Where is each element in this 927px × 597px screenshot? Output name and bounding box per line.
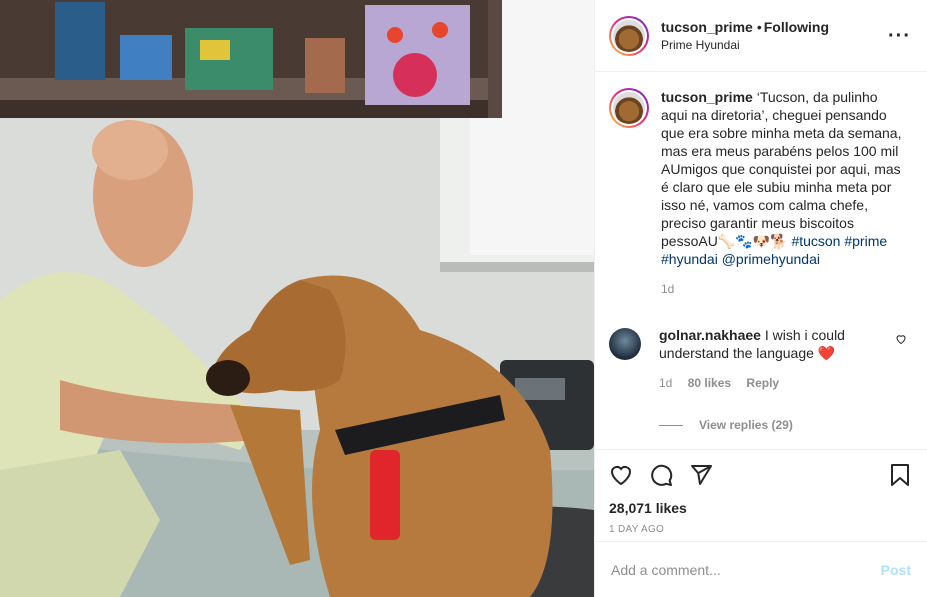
author-username[interactable]: tucson_prime: [661, 19, 753, 35]
author-avatar[interactable]: [609, 15, 649, 56]
commenter-avatar[interactable]: [609, 328, 641, 360]
caption-age[interactable]: 1d: [661, 282, 674, 296]
like-count[interactable]: 28,071 likes: [609, 500, 911, 516]
caption-avatar[interactable]: [609, 88, 649, 128]
more-options-icon[interactable]: ···: [888, 26, 911, 46]
post-comment-button[interactable]: Post: [881, 562, 911, 578]
view-replies-label[interactable]: View replies (29): [699, 418, 793, 432]
separator-dot: •: [756, 18, 762, 35]
caption-mention[interactable]: @primehyundai: [722, 251, 820, 267]
caption-text: ‘Tucson, da pulinho aqui na diretoria’, …: [661, 89, 902, 249]
comment-composer: Add a comment... Post: [595, 541, 927, 597]
post-header: tucson_prime • Following Prime Hyundai ···: [595, 0, 927, 72]
caption-username[interactable]: tucson_prime: [661, 89, 753, 105]
comment-like-icon[interactable]: [895, 332, 907, 392]
commenter-username[interactable]: golnar.nakhaee: [659, 327, 761, 343]
view-replies-button[interactable]: View replies (29): [659, 418, 911, 432]
comment-input[interactable]: Add a comment...: [611, 562, 881, 578]
comment-likes[interactable]: 80 likes: [688, 376, 731, 390]
post-timestamp[interactable]: 1 DAY AGO: [609, 524, 911, 535]
heart-icon[interactable]: [609, 463, 633, 487]
comment-item: golnar.nakhaee I wish i could understand…: [609, 326, 911, 392]
comment-age[interactable]: 1d: [659, 376, 672, 390]
post-actions: 28,071 likes 1 DAY AGO: [595, 449, 927, 541]
comments-section: tucson_prime ‘Tucson, da pulinho aqui na…: [595, 72, 927, 449]
replies-divider: [659, 424, 683, 426]
post-photo[interactable]: [0, 0, 594, 597]
following-button[interactable]: Following: [764, 19, 829, 35]
instagram-post-modal: tucson_prime • Following Prime Hyundai ···…: [0, 0, 927, 597]
share-icon[interactable]: [689, 463, 713, 487]
bookmark-icon[interactable]: [889, 463, 911, 487]
reply-button[interactable]: Reply: [746, 376, 779, 390]
caption: tucson_prime ‘Tucson, da pulinho aqui na…: [609, 88, 911, 298]
location-link[interactable]: Prime Hyundai: [661, 36, 888, 54]
photo-illustration: [0, 0, 594, 597]
post-details-panel: tucson_prime • Following Prime Hyundai ···…: [594, 0, 927, 597]
comment-icon[interactable]: [649, 463, 673, 487]
